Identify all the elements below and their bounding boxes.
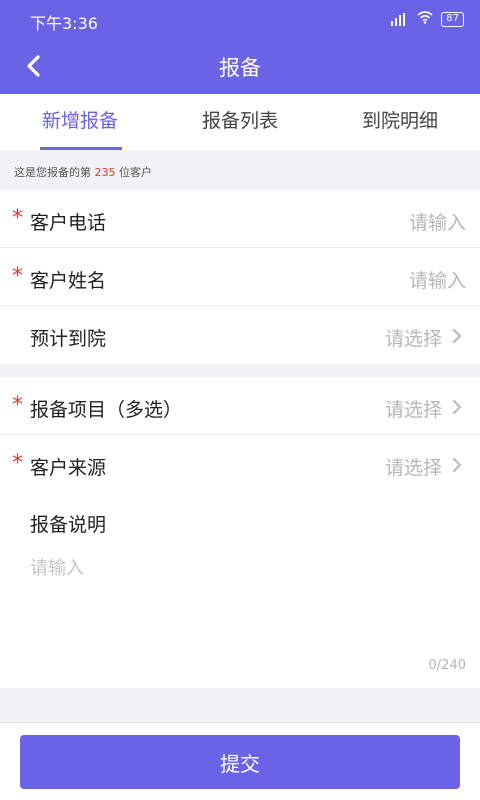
- tab-report-list[interactable]: 报备列表: [160, 94, 320, 150]
- name-row[interactable]: * 客户姓名 请输入: [0, 248, 480, 306]
- chevron-right-icon: [450, 399, 464, 415]
- name-label: 客户姓名: [30, 270, 107, 292]
- phone-input[interactable]: 请输入: [409, 208, 466, 235]
- tab-new-report[interactable]: 新增报备: [0, 94, 160, 150]
- notice-prefix: 这是您报备的第: [14, 166, 91, 179]
- phone-label: 客户电话: [30, 212, 107, 234]
- battery-level: 87: [446, 12, 459, 24]
- project-label: 报备项目（多选）: [30, 399, 183, 421]
- app-header: 报备: [0, 38, 480, 94]
- chevron-right-icon: [450, 328, 464, 344]
- report-note-textarea[interactable]: 请输入: [30, 554, 84, 580]
- visit-date-row[interactable]: 预计到院 请选择: [0, 306, 480, 364]
- tab-visit-details[interactable]: 到院明细: [320, 94, 480, 150]
- page-title: 报备: [219, 56, 261, 80]
- signal-icon: [391, 12, 409, 26]
- project-select[interactable]: 请选择: [385, 395, 442, 422]
- required-mark: *: [12, 206, 23, 231]
- report-note-section: 报备说明 请输入 0/240: [0, 492, 480, 688]
- source-label: 客户来源: [30, 457, 107, 479]
- visit-date-select[interactable]: 请选择: [385, 324, 442, 351]
- project-row[interactable]: * 报备项目（多选） 请选择: [0, 377, 480, 435]
- notice-suffix: 位客户: [119, 166, 152, 179]
- report-count: 235: [94, 166, 116, 179]
- wifi-icon: [417, 11, 433, 27]
- required-mark: *: [12, 264, 23, 289]
- source-select[interactable]: 请选择: [385, 453, 442, 480]
- customer-info-group: * 客户电话 请输入 * 客户姓名 请输入 预计到院 请选择: [0, 190, 480, 364]
- status-time: 下午3:36: [30, 14, 98, 33]
- name-input[interactable]: 请输入: [409, 266, 466, 293]
- footer-bar: 提交: [0, 722, 480, 800]
- report-count-notice: 这是您报备的第 235 位客户: [14, 164, 152, 180]
- report-note-label: 报备说明: [30, 514, 107, 536]
- tab-bar: 新增报备 报备列表 到院明细: [0, 94, 480, 150]
- chevron-right-icon: [450, 457, 464, 473]
- char-counter: 0/240: [428, 658, 466, 673]
- phone-row[interactable]: * 客户电话 请输入: [0, 190, 480, 248]
- report-details-group: * 报备项目（多选） 请选择 * 客户来源 请选择: [0, 377, 480, 493]
- required-mark: *: [12, 451, 23, 476]
- submit-button[interactable]: 提交: [20, 735, 460, 789]
- required-mark: *: [12, 393, 23, 418]
- active-tab-indicator: [40, 147, 122, 150]
- status-bar: 下午3:36 87: [0, 0, 480, 38]
- source-row[interactable]: * 客户来源 请选择: [0, 435, 480, 493]
- battery-icon: 87: [441, 11, 464, 27]
- status-icons: 87: [391, 11, 464, 27]
- visit-date-label: 预计到院: [30, 328, 107, 350]
